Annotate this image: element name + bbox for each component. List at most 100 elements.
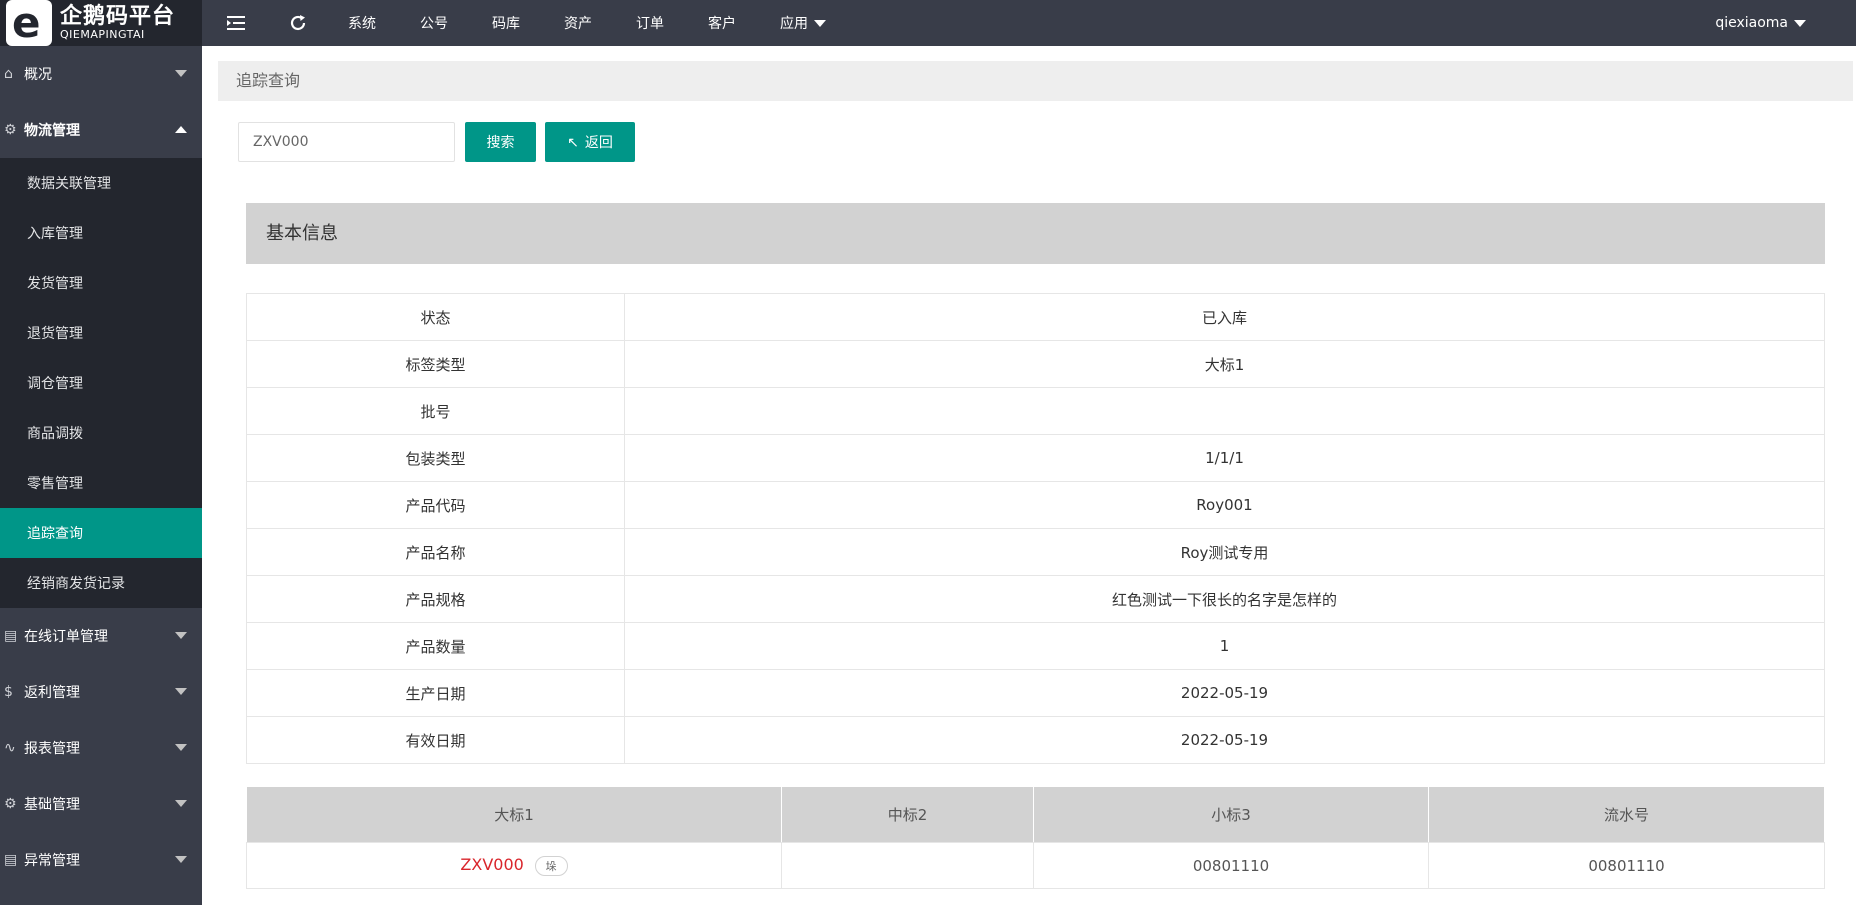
- mid-code-cell: [781, 842, 1034, 889]
- row-value: 大标1: [624, 340, 1825, 388]
- section-title: 基本信息: [246, 203, 1825, 264]
- nav-apps-dropdown[interactable]: 应用: [758, 0, 848, 46]
- row-label: 标签类型: [246, 340, 625, 388]
- row-label: 产品名称: [246, 528, 625, 576]
- sidebar-group-label: 物流管理: [24, 123, 80, 139]
- gear-icon: ⚙: [4, 122, 17, 138]
- chevron-up-icon: [175, 126, 187, 133]
- column-header: 大标1: [246, 786, 782, 843]
- row-label: 产品代码: [246, 481, 625, 529]
- sidebar-group-logistics[interactable]: ⚙ 物流管理: [0, 102, 202, 158]
- column-header: 中标2: [781, 786, 1034, 843]
- column-header: 小标3: [1033, 786, 1429, 843]
- row-label: 产品数量: [246, 622, 625, 670]
- dollar-icon: $: [4, 684, 13, 700]
- sidebar-group-online-orders[interactable]: ▤ 在线订单管理: [0, 608, 202, 664]
- row-label: 生产日期: [246, 669, 625, 717]
- serial-cell: 00801110: [1428, 842, 1825, 889]
- sidebar-group-label: 基础管理: [24, 797, 80, 813]
- caret-down-icon: [814, 19, 826, 27]
- sidebar-group-rebate[interactable]: $ 返利管理: [0, 664, 202, 720]
- caret-down-icon: [1794, 19, 1806, 27]
- info-table: 状态 已入库 标签类型 大标1 批号 包装类型 1/1/1 产品代码 Roy00…: [246, 293, 1825, 764]
- nav-orders[interactable]: 订单: [614, 0, 686, 46]
- table-row: 标签类型 大标1: [246, 340, 1825, 388]
- row-label: 有效日期: [246, 716, 625, 764]
- sidebar-item-inbound[interactable]: 入库管理: [0, 208, 202, 258]
- sidebar-group-exceptions[interactable]: ▤ 异常管理: [0, 832, 202, 888]
- chevron-down-icon: [175, 70, 187, 77]
- chevron-down-icon: [175, 744, 187, 751]
- table-row: 产品代码 Roy001: [246, 481, 1825, 529]
- back-button[interactable]: ↖ 返回: [545, 122, 635, 162]
- row-value: 1: [624, 622, 1825, 670]
- sidebar-item-dealer-shipments[interactable]: 经销商发货记录: [0, 558, 202, 608]
- back-button-label: 返回: [584, 134, 613, 150]
- row-value: 2022-05-19: [624, 716, 1825, 764]
- stack-badge: 垛: [534, 855, 568, 876]
- sidebar-item-warehouse-transfer[interactable]: 调仓管理: [0, 358, 202, 408]
- chevron-down-icon: [175, 632, 187, 639]
- search-button[interactable]: 搜索: [465, 122, 536, 162]
- top-bar: e 企鹅码平台 QIEMAPINGTAI 系统 公号 码库 资产 订单 客户 应…: [0, 0, 1856, 46]
- document-icon: ▤: [4, 628, 18, 644]
- pulse-icon: ∿: [4, 740, 16, 756]
- code-table: 大标1 中标2 小标3 流水号 ZXV000 垛 00801110 008011…: [246, 786, 1825, 889]
- row-label: 批号: [246, 387, 625, 435]
- row-label: 产品规格: [246, 575, 625, 623]
- sidebar-group-label: 在线订单管理: [24, 629, 108, 645]
- nav-system[interactable]: 系统: [326, 0, 398, 46]
- row-value: 已入库: [624, 293, 1825, 341]
- row-value: Roy001: [624, 481, 1825, 529]
- arrow-up-left-icon: ↖: [567, 133, 579, 150]
- table-row: 有效日期 2022-05-19: [246, 716, 1825, 764]
- document-icon: ▤: [4, 852, 18, 868]
- chevron-down-icon: [175, 688, 187, 695]
- username: qiexiaoma: [1715, 15, 1788, 31]
- chevron-down-icon: [175, 856, 187, 863]
- sidebar-group-reports[interactable]: ∿ 报表管理: [0, 720, 202, 776]
- sidebar-group-label: 报表管理: [24, 741, 80, 757]
- sidebar-item-returns[interactable]: 退货管理: [0, 308, 202, 358]
- brand-name-en: QIEMAPINGTAI: [60, 28, 145, 41]
- row-value: 2022-05-19: [624, 669, 1825, 717]
- row-label: 包装类型: [246, 434, 625, 482]
- refresh-icon[interactable]: [270, 0, 326, 46]
- sidebar-group-label: 异常管理: [24, 853, 80, 869]
- row-label: 状态: [246, 293, 625, 341]
- menu-toggle-icon[interactable]: [202, 0, 270, 46]
- top-nav: 系统 公号 码库 资产 订单 客户 应用: [202, 0, 848, 46]
- sidebar-group-overview[interactable]: ⌂ 概况: [0, 46, 202, 102]
- table-row: 包装类型 1/1/1: [246, 434, 1825, 482]
- sidebar-group-basic[interactable]: ⚙ 基础管理: [0, 776, 202, 832]
- logo[interactable]: e 企鹅码平台 QIEMAPINGTAI: [0, 0, 202, 46]
- row-value: 红色测试一下很长的名字是怎样的: [624, 575, 1825, 623]
- sidebar: ⌂ 概况 ⚙ 物流管理 数据关联管理 入库管理 发货管理 退货管理 调仓管理 商…: [0, 46, 202, 905]
- table-row: 状态 已入库: [246, 293, 1825, 341]
- nav-code-library[interactable]: 码库: [470, 0, 542, 46]
- search-input[interactable]: [238, 122, 455, 162]
- sidebar-group-label: 概况: [24, 67, 52, 83]
- sidebar-group-label: 返利管理: [24, 685, 80, 701]
- sidebar-item-goods-allocation[interactable]: 商品调拨: [0, 408, 202, 458]
- gear-icon: ⚙: [4, 796, 17, 812]
- row-value: [624, 387, 1825, 435]
- table-row: 批号: [246, 387, 1825, 435]
- nav-official-account[interactable]: 公号: [398, 0, 470, 46]
- table-row: 产品规格 红色测试一下很长的名字是怎样的: [246, 575, 1825, 623]
- sidebar-item-retail[interactable]: 零售管理: [0, 458, 202, 508]
- user-menu[interactable]: qiexiaoma: [1715, 0, 1806, 46]
- column-header: 流水号: [1428, 786, 1825, 843]
- sidebar-item-shipping[interactable]: 发货管理: [0, 258, 202, 308]
- sidebar-item-data-association[interactable]: 数据关联管理: [0, 158, 202, 208]
- nav-assets[interactable]: 资产: [542, 0, 614, 46]
- logo-icon: e: [6, 0, 52, 46]
- nav-customers[interactable]: 客户: [686, 0, 758, 46]
- main-content: 追踪查询 搜索 ↖ 返回 基本信息 状态 已入库 标签类型 大标1 批号 包装类…: [202, 46, 1856, 905]
- table-header-row: 大标1 中标2 小标3 流水号: [246, 786, 1825, 843]
- big-code-cell: ZXV000 垛: [246, 842, 782, 889]
- big-code-link[interactable]: ZXV000: [460, 855, 523, 874]
- logistics-submenu: 数据关联管理 入库管理 发货管理 退货管理 调仓管理 商品调拨 零售管理 追踪查…: [0, 158, 202, 608]
- sidebar-item-trace-query[interactable]: 追踪查询: [0, 508, 202, 558]
- table-row: 产品数量 1: [246, 622, 1825, 670]
